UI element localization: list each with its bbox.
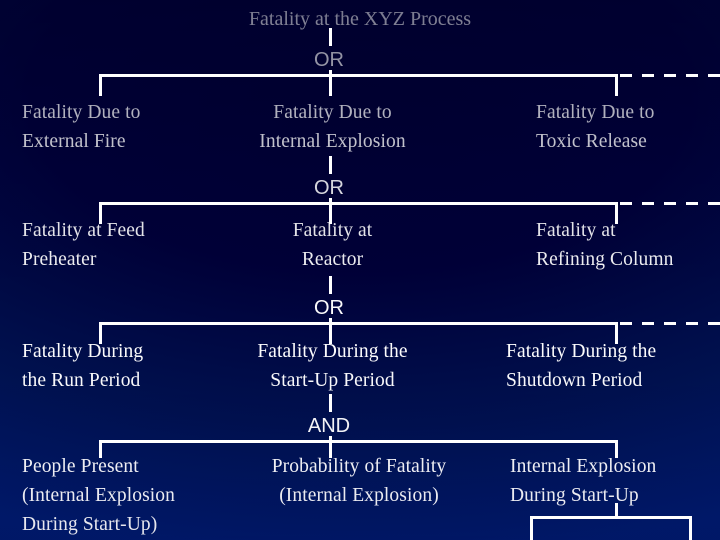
- level-5-partial-connectors: [0, 0, 720, 540]
- fault-tree-slide: Fatality at the XYZ Process OR Fatality …: [0, 0, 720, 540]
- connector-gate5-bar: [530, 516, 692, 519]
- connector-gate5-drop-right: [689, 516, 692, 540]
- connector-gate5-drop-left: [530, 516, 533, 540]
